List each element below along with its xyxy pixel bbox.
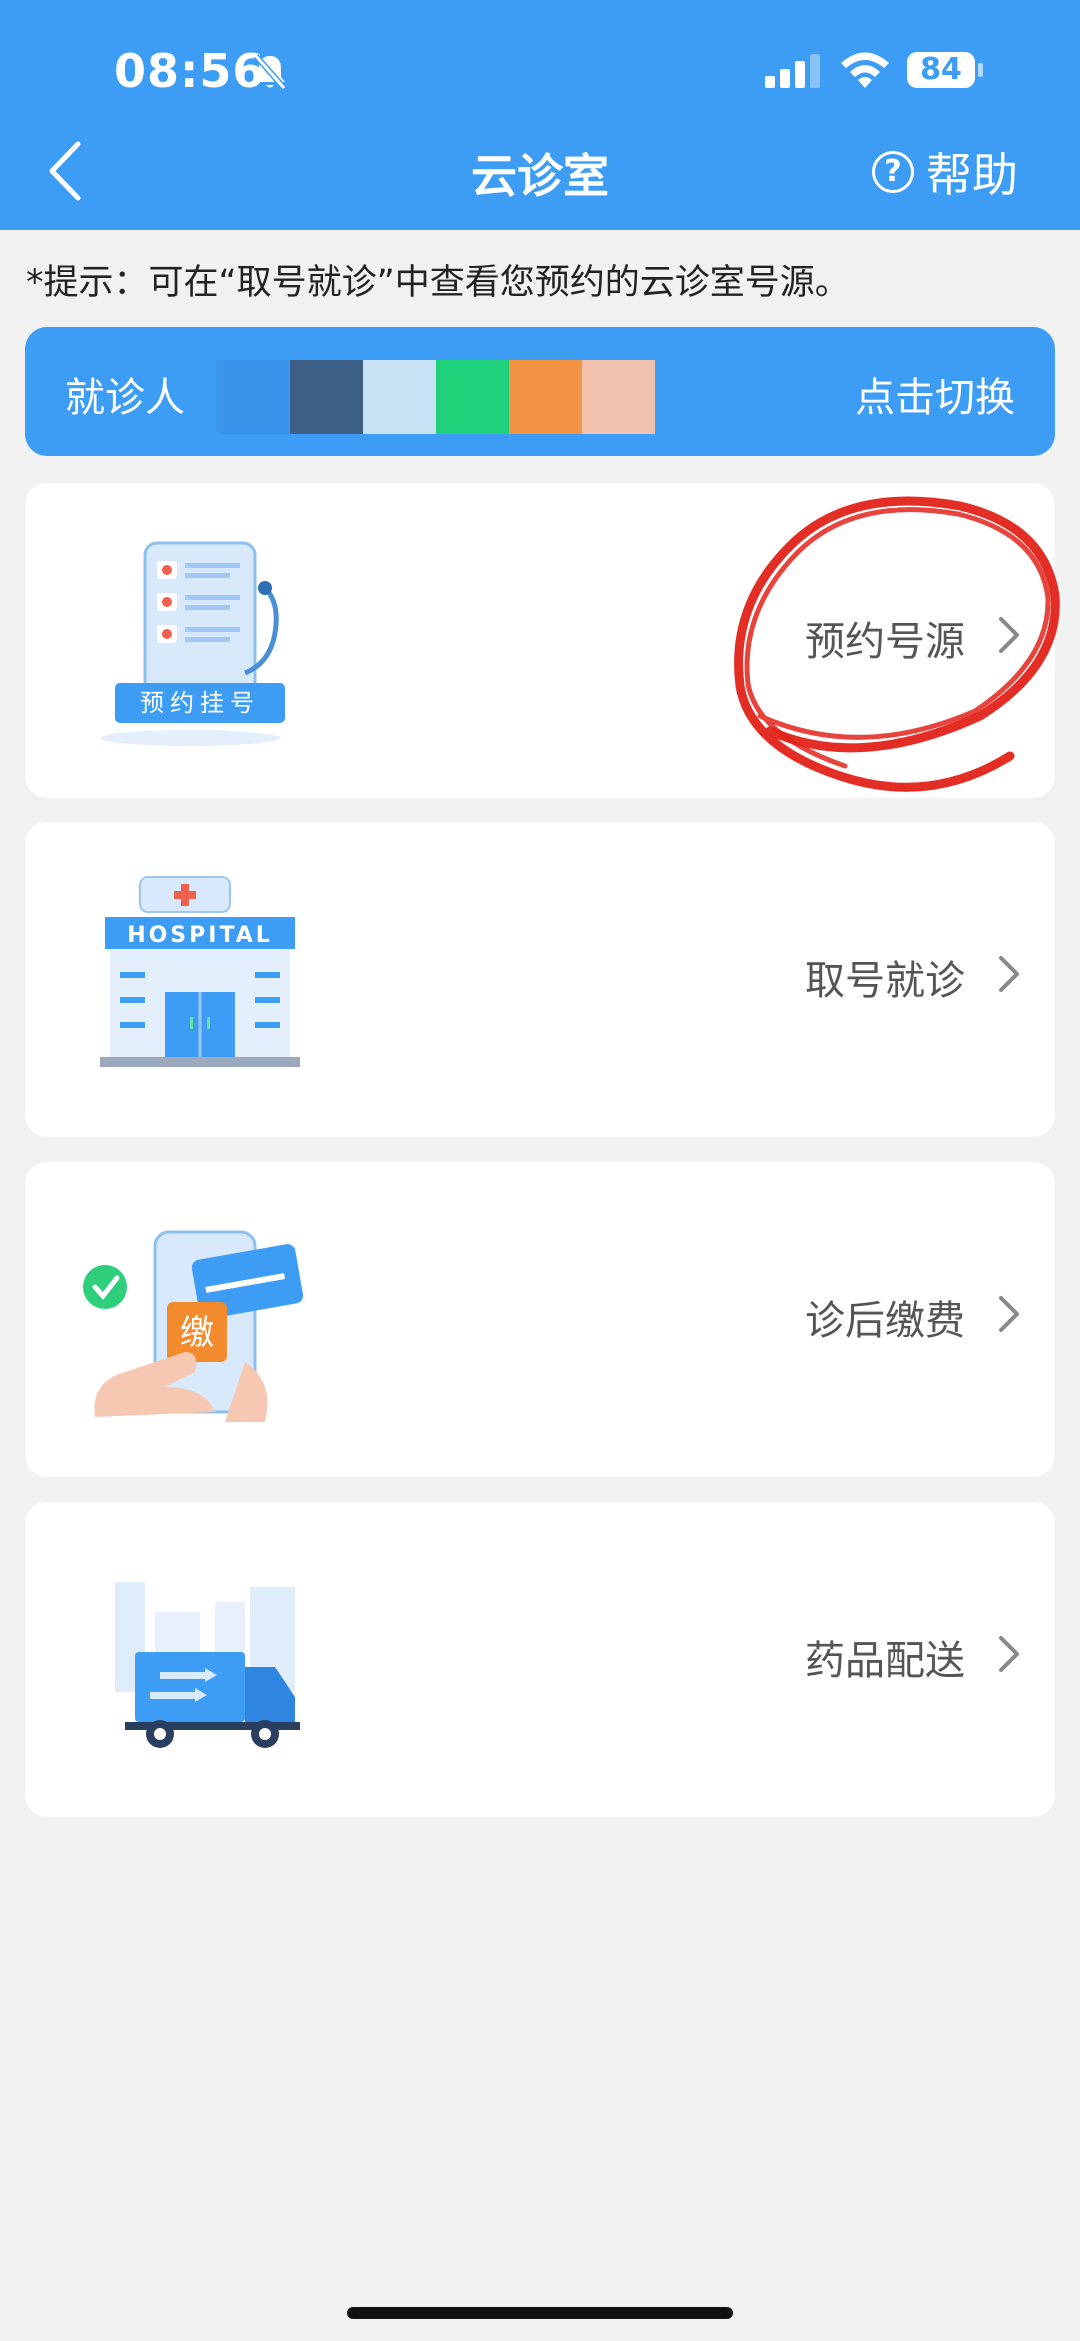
appointment-illustration-icon: 预约挂号 xyxy=(100,541,285,746)
bell-mute-icon xyxy=(253,54,287,90)
card-label: 药品配送 xyxy=(805,1638,965,1684)
home-indicator[interactable] xyxy=(347,2307,733,2319)
redaction-block xyxy=(436,360,509,434)
card-label: 预约号源 xyxy=(805,619,965,665)
help-button[interactable]: ? 帮助 xyxy=(872,142,1018,202)
card-caption: 缴 xyxy=(180,1313,214,1353)
card-payment[interactable]: 缴 诊后缴费 xyxy=(25,1162,1055,1477)
redaction-block xyxy=(509,360,582,434)
delivery-truck-illustration-icon xyxy=(115,1582,300,1748)
chevron-right-icon xyxy=(999,1636,1019,1672)
wifi-icon xyxy=(841,52,889,88)
chevron-right-icon xyxy=(999,1296,1019,1332)
redaction-block xyxy=(582,360,655,434)
battery-level: 84 xyxy=(920,52,962,87)
card-label: 诊后缴费 xyxy=(805,1298,965,1344)
header: 08:56 84 云诊室 ? 帮助 xyxy=(0,0,1080,230)
card-appointment[interactable]: 预约挂号 预约号源 xyxy=(25,483,1055,798)
hint-text: *提示：可在“取号就诊”中查看您预约的云诊室号源。 xyxy=(26,263,850,303)
hospital-illustration-icon: HOSPITAL xyxy=(100,876,300,1067)
help-label: 帮助 xyxy=(926,148,1018,202)
chevron-right-icon xyxy=(999,956,1019,992)
redaction-block xyxy=(290,360,363,434)
switch-patient-button[interactable]: 点击切换 xyxy=(855,365,1015,423)
status-time: 08:56 xyxy=(114,44,266,98)
card-caption: HOSPITAL xyxy=(127,923,273,948)
patient-label: 就诊人 xyxy=(65,375,185,421)
card-delivery[interactable]: 药品配送 xyxy=(25,1502,1055,1817)
redaction-block xyxy=(363,360,436,434)
redaction-block xyxy=(217,360,290,434)
question-circle-icon: ? xyxy=(872,151,914,193)
patient-selector[interactable]: 就诊人 点击切换 xyxy=(25,327,1055,456)
patient-name-redaction xyxy=(217,360,655,434)
signal-icon xyxy=(765,54,820,88)
battery-icon: 84 xyxy=(906,50,986,90)
card-label: 取号就诊 xyxy=(805,958,965,1004)
card-caption: 预约挂号 xyxy=(140,689,260,717)
card-checkin[interactable]: HOSPITAL 取号就诊 xyxy=(25,822,1055,1137)
chevron-right-icon xyxy=(999,617,1019,653)
payment-illustration-icon: 缴 xyxy=(83,1230,304,1422)
